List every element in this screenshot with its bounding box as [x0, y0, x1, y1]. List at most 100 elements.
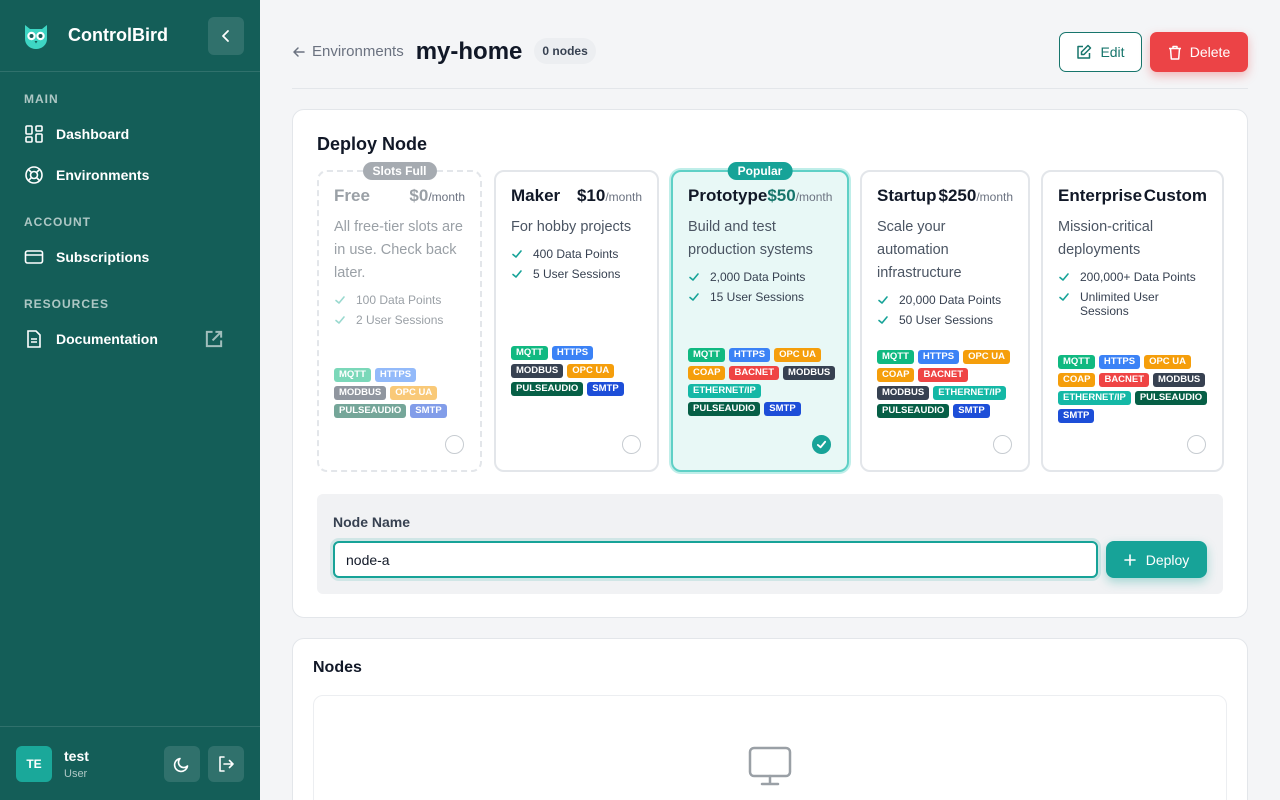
- plan-description: Scale your automation infrastructure: [877, 219, 962, 281]
- delete-button[interactable]: Delete: [1150, 32, 1248, 72]
- sidebar-item-dashboard[interactable]: Dashboard: [24, 116, 236, 152]
- sidebar-item-label: Dashboard: [56, 126, 130, 142]
- sidebar-item-environments[interactable]: Environments: [24, 157, 236, 193]
- protocol-tag: COAP: [688, 366, 726, 380]
- sidebar-item-label: Subscriptions: [56, 249, 150, 265]
- plan-feature: 2,000 Data Points: [688, 270, 832, 284]
- deploy-node-card: Deploy Node Slots Full Free $0/month All…: [292, 109, 1248, 618]
- plan-radio[interactable]: [812, 435, 831, 454]
- check-icon: [512, 270, 522, 278]
- protocol-tag: HTTPS: [374, 368, 417, 382]
- deploy-button[interactable]: Deploy: [1106, 541, 1207, 578]
- plan-card-enterprise[interactable]: Enterprise Custom Mission-critical deplo…: [1041, 170, 1224, 472]
- plan-features: 2,000 Data Points 15 User Sessions: [688, 270, 832, 304]
- check-icon: [335, 296, 345, 304]
- deploy-title: Deploy Node: [317, 134, 428, 154]
- plan-price-amount: Custom: [1143, 186, 1207, 205]
- nav-heading-resources: RESOURCES: [24, 297, 110, 311]
- nav-section-account: ACCOUNT Subscriptions: [0, 215, 260, 275]
- nodes-title: Nodes: [313, 659, 362, 676]
- plan-feature-text: 5 User Sessions: [533, 267, 621, 281]
- credit-card-icon: [24, 250, 44, 264]
- plan-name: Startup: [877, 186, 937, 205]
- plan-name: Enterprise: [1058, 186, 1143, 205]
- check-icon: [689, 273, 699, 281]
- plan-feature: 20,000 Data Points: [877, 293, 1013, 307]
- sidebar-item-subscriptions[interactable]: Subscriptions: [24, 239, 236, 275]
- back-to-environments-link[interactable]: Environments: [292, 43, 404, 60]
- plan-radio: [445, 435, 464, 454]
- plan-features: 200,000+ Data Points Unlimited User Sessi…: [1058, 270, 1207, 318]
- plan-feature-text: Unlimited User Sessions: [1080, 290, 1159, 318]
- monitor-icon: [748, 746, 792, 786]
- protocol-tag: HTTPS: [728, 348, 771, 362]
- plan-card-prototype[interactable]: Popular Prototype $50/month Build and te…: [671, 162, 849, 472]
- arrow-left-icon: [293, 46, 305, 57]
- user-role: User: [64, 767, 88, 780]
- protocol-tag: MODBUS: [877, 386, 930, 400]
- plan-name: Prototype: [688, 186, 768, 205]
- plan-description: For hobby projects: [511, 219, 632, 235]
- protocol-tag: MODBUS: [334, 386, 387, 400]
- plan-card-maker[interactable]: Maker $10/month For hobby projects 400 D…: [494, 170, 659, 472]
- protocol-tag: OPC UA: [774, 348, 822, 362]
- plan-feature-text: 100 Data Points: [356, 293, 442, 307]
- plan-radio[interactable]: [622, 435, 641, 454]
- plan-price-amount: $50: [767, 186, 796, 205]
- plan-feature-text: 15 User Sessions: [710, 290, 805, 304]
- protocol-tag: SMTP: [1058, 409, 1095, 423]
- protocol-tag: PULSEAUDIO: [688, 402, 761, 416]
- protocol-tag: BACNET: [729, 366, 780, 380]
- plan-price: $0/month: [409, 186, 465, 206]
- nodes-card: Nodes: [292, 638, 1248, 800]
- plan-badge: Slots Full: [362, 162, 437, 180]
- plan-price-period: /month: [795, 190, 833, 204]
- plan-feature-text: 2,000 Data Points: [710, 270, 806, 284]
- sidebar: ControlBird MAIN Dashboard Environments …: [0, 0, 260, 800]
- node-name-input[interactable]: [333, 541, 1098, 578]
- dashboard-icon: [25, 125, 43, 143]
- plan-feature: 100 Data Points: [334, 293, 465, 307]
- protocol-tags: MQTT HTTPS OPC UA COAP BACNET MODBUS ETHERNET/…: [877, 350, 1018, 418]
- protocol-tag: ETHERNET/IP: [933, 386, 1007, 400]
- page-header: Environments my-home 0 nodes Edit Delete: [292, 32, 1248, 89]
- plan-feature: Unlimited User Sessions: [1058, 290, 1207, 318]
- protocol-tag: OPC UA: [963, 350, 1011, 364]
- moon-icon: [173, 757, 189, 772]
- collapse-sidebar-button[interactable]: [208, 16, 244, 55]
- lifebuoy-icon: [25, 166, 43, 184]
- theme-toggle-button[interactable]: [164, 745, 200, 782]
- plan-feature: 15 User Sessions: [688, 290, 832, 304]
- plan-description: All free-tier slots are in use. Check ba…: [334, 219, 463, 281]
- protocol-tag: HTTPS: [917, 350, 960, 364]
- check-icon: [512, 250, 522, 258]
- plan-feature-text: 20,000 Data Points: [899, 293, 1002, 307]
- plan-name: Maker: [511, 186, 561, 205]
- chevron-left-icon: [222, 29, 229, 42]
- plan-price-period: /month: [976, 190, 1013, 204]
- plan-price-period: /month: [428, 190, 465, 204]
- plan-price: $250/month: [938, 186, 1013, 206]
- user-meta: test User: [64, 748, 89, 780]
- plan-card-startup[interactable]: Startup $250/month Scale your automation…: [860, 170, 1030, 472]
- page-title: my-home: [415, 38, 523, 65]
- protocol-tag: SMTP: [953, 404, 990, 418]
- sidebar-item-documentation[interactable]: Documentation: [24, 321, 236, 357]
- plan-price: Custom: [1144, 186, 1207, 206]
- plan-feature-text: 50 User Sessions: [899, 313, 994, 327]
- protocol-tag: BACNET: [1099, 373, 1150, 387]
- plan-radio[interactable]: [1187, 435, 1206, 454]
- plan-price: $10/month: [577, 186, 642, 206]
- protocol-tag: COAP: [877, 368, 915, 382]
- document-icon: [27, 330, 41, 348]
- protocol-tags: MQTT HTTPS MODBUS OPC UA PULSEAUDIO SMTP: [334, 368, 470, 418]
- check-icon: [335, 316, 345, 324]
- plan-radio[interactable]: [993, 435, 1012, 454]
- edit-button[interactable]: Edit: [1059, 32, 1142, 72]
- plan-badge: Popular: [727, 162, 793, 180]
- sidebar-footer: TE test User: [0, 726, 260, 800]
- protocol-tag: ETHERNET/IP: [688, 384, 761, 398]
- owl-logo-icon: [25, 24, 47, 49]
- logout-icon: [219, 755, 234, 772]
- logout-button[interactable]: [208, 745, 244, 782]
